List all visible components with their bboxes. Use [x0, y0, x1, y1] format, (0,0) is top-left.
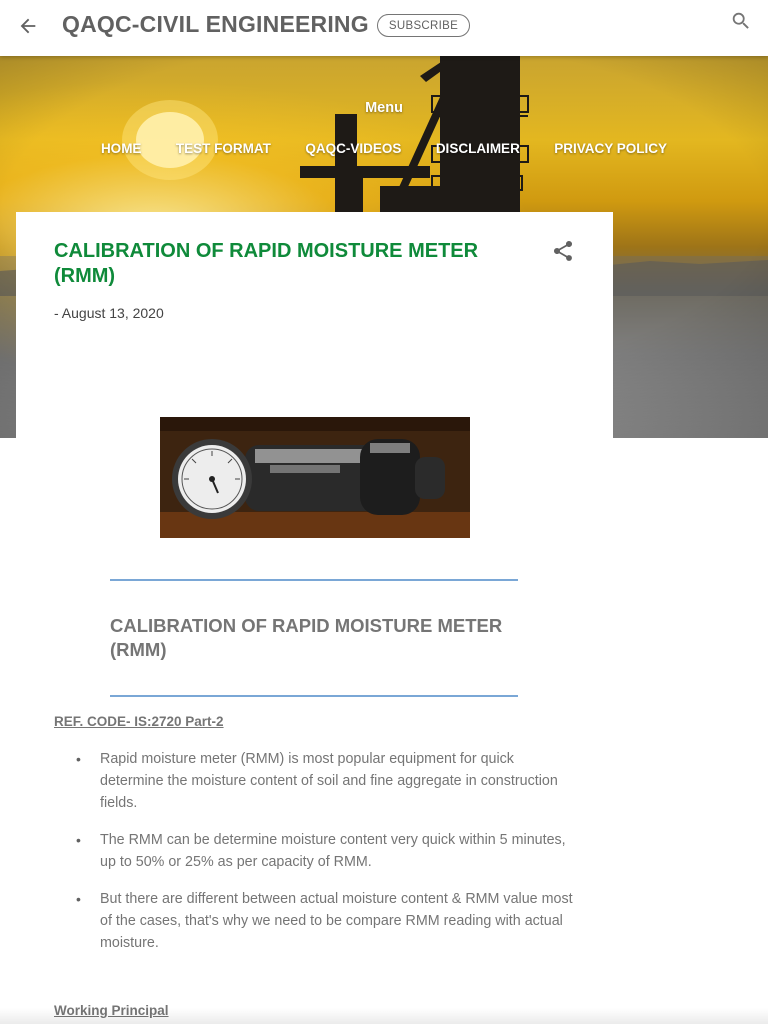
main-navigation: HOME TEST FORMAT QAQC-VIDEOS DISCLAIMER …: [0, 140, 768, 158]
nav-item-test-format[interactable]: TEST FORMAT: [176, 141, 271, 156]
search-button[interactable]: [728, 8, 754, 34]
rmm-photo[interactable]: [160, 417, 470, 538]
top-app-bar: QAQC-CIVIL ENGINEERING SUBSCRIBE: [0, 0, 768, 56]
site-title[interactable]: QAQC-CIVIL ENGINEERING: [62, 11, 369, 38]
arrow-back-icon: [20, 18, 36, 34]
list-item: The RMM can be determine moisture conten…: [54, 829, 579, 873]
nav-item-disclaimer[interactable]: DISCLAIMER: [436, 141, 520, 156]
list-item: Rapid moisture meter (RMM) is most popul…: [54, 748, 579, 814]
search-icon: [732, 12, 749, 29]
post-subtitle: CALIBRATION OF RAPID MOISTURE METER (RMM…: [110, 615, 503, 660]
post-title: CALIBRATION OF RAPID MOISTURE METER (RMM…: [54, 240, 479, 287]
list-item: But there are different between actual m…: [54, 888, 579, 954]
share-button[interactable]: [551, 239, 575, 263]
nav-item-privacy-policy[interactable]: PRIVACY POLICY: [554, 141, 667, 156]
nav-item-qaqc-videos[interactable]: QAQC-VIDEOS: [305, 141, 401, 156]
subscribe-button[interactable]: SUBSCRIBE: [377, 14, 470, 37]
post-card: CALIBRATION OF RAPID MOISTURE METER (RMM…: [16, 212, 613, 438]
menu-label[interactable]: Menu: [0, 100, 768, 116]
nav-item-home[interactable]: HOME: [101, 141, 142, 156]
rapid-moisture-meter-image: [160, 417, 470, 538]
post-date: - August 13, 2020: [54, 305, 164, 321]
back-button[interactable]: [14, 12, 42, 40]
subtitle-divider-bottom: [110, 695, 518, 697]
working-principal-heading: Working Principal: [54, 1003, 169, 1018]
ref-code-heading: REF. CODE- IS:2720 Part-2: [54, 714, 224, 729]
subtitle-divider-top: [110, 579, 518, 581]
share-icon: [554, 240, 573, 261]
bullet-list: Rapid moisture meter (RMM) is most popul…: [54, 748, 579, 969]
